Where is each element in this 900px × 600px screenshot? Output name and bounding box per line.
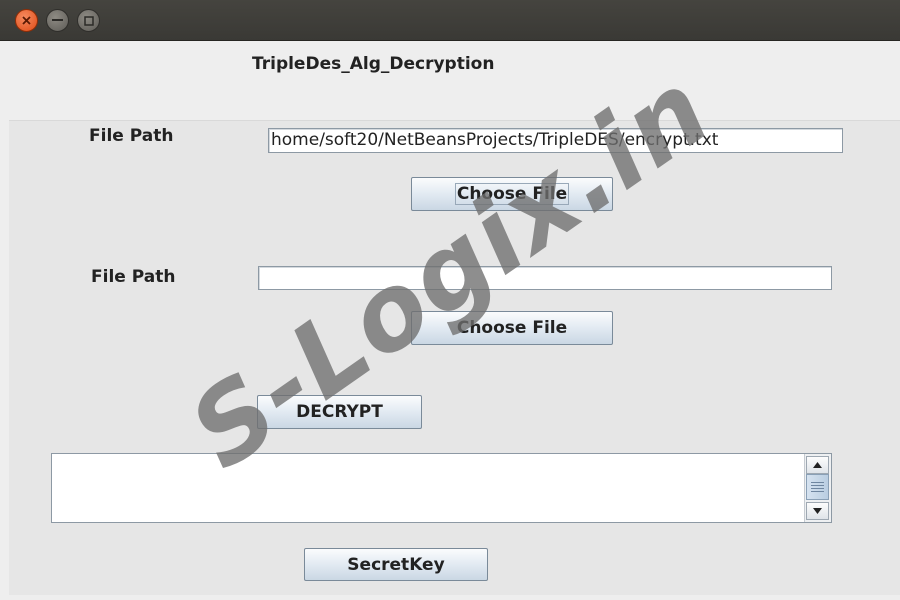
output-textarea[interactable] (51, 453, 832, 523)
file-path-input-2[interactable] (258, 266, 832, 290)
arrow-down-icon[interactable] (806, 502, 829, 520)
secretkey-button[interactable]: SecretKey (304, 548, 488, 581)
choose-file-label-2: Choose File (456, 318, 568, 338)
secretkey-label: SecretKey (347, 554, 445, 575)
choose-file-button-2[interactable]: Choose File (411, 311, 613, 345)
vertical-scrollbar[interactable] (804, 454, 831, 522)
file-path-value-1: home/soft20/NetBeansProjects/TripleDES/e… (271, 130, 719, 150)
file-path-input-1[interactable]: home/soft20/NetBeansProjects/TripleDES/e… (268, 128, 843, 153)
maximize-icon[interactable] (77, 9, 100, 32)
choose-file-button-1[interactable]: Choose File (411, 177, 613, 211)
minimize-icon[interactable] (46, 9, 69, 32)
window-titlebar[interactable] (0, 0, 900, 41)
file-path-label-2: File Path (91, 267, 176, 287)
page-title: TripleDes_Alg_Decryption (252, 54, 495, 74)
decrypt-label: DECRYPT (296, 402, 383, 422)
choose-file-label-1: Choose File (454, 183, 570, 205)
arrow-up-icon[interactable] (806, 456, 829, 474)
close-icon[interactable] (15, 9, 38, 32)
file-path-label-1: File Path (89, 126, 174, 146)
scrollbar-thumb[interactable] (806, 474, 829, 500)
decrypt-button[interactable]: DECRYPT (257, 395, 422, 429)
